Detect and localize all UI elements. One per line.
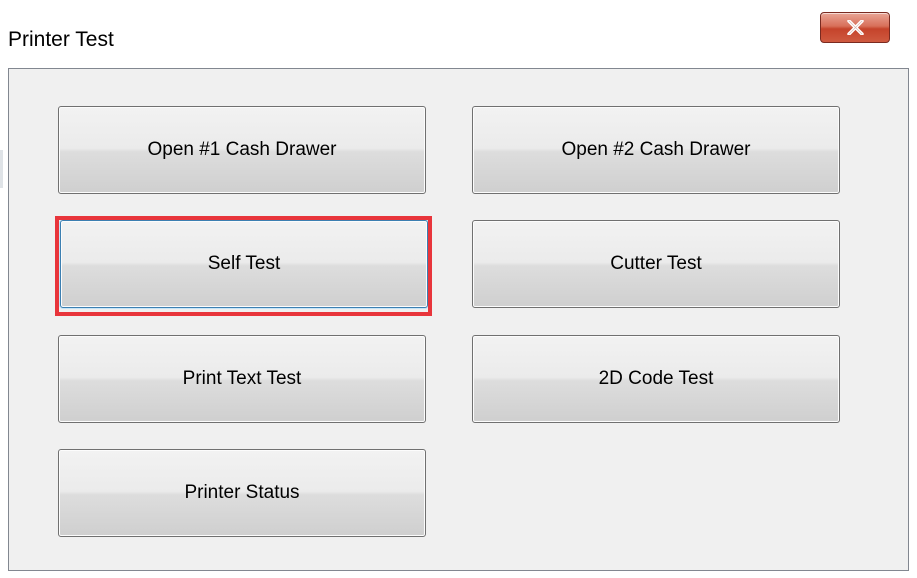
print-text-test-button[interactable]: Print Text Test (58, 335, 426, 423)
printer-test-window: Printer Test Open #1 Cash Drawer Open #2… (0, 0, 917, 578)
close-x-icon (847, 20, 864, 35)
cutter-test-button[interactable]: Cutter Test (472, 220, 840, 308)
open-cash-drawer-2-button[interactable]: Open #2 Cash Drawer (472, 106, 840, 194)
close-button[interactable] (820, 12, 890, 43)
self-test-button[interactable]: Self Test (60, 220, 428, 308)
2d-code-test-button[interactable]: 2D Code Test (472, 335, 840, 423)
title-bar[interactable]: Printer Test (0, 0, 917, 68)
open-cash-drawer-1-button[interactable]: Open #1 Cash Drawer (58, 106, 426, 194)
window-edge-shadow (0, 150, 3, 188)
window-title: Printer Test (8, 28, 114, 51)
printer-status-button[interactable]: Printer Status (58, 449, 426, 537)
